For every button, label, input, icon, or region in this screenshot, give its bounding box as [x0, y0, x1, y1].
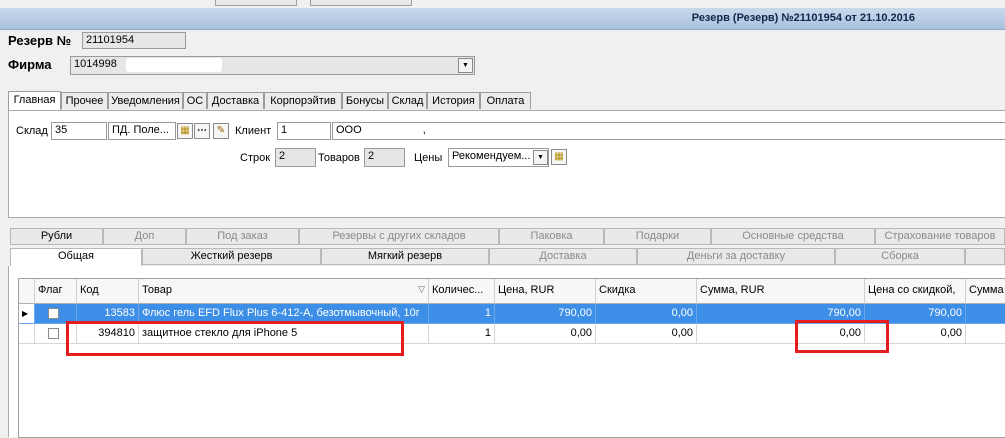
rows-label: Строк — [240, 152, 271, 164]
tab-payment[interactable]: Оплата — [480, 92, 531, 109]
tab-notifications[interactable]: Уведомления — [108, 92, 183, 109]
firm-code: 1014998 — [74, 58, 117, 70]
tab-os[interactable]: ОС — [183, 92, 207, 109]
tabs-row-2: Общая Жесткий резерв Мягкий резерв Доста… — [0, 248, 1005, 268]
tab-assembly[interactable]: Сборка — [835, 248, 965, 265]
sort-icon[interactable]: ▽ — [418, 284, 425, 295]
tab-fixed-assets[interactable]: Основные средства — [711, 228, 875, 245]
col-price-discount[interactable]: Цена со скидкой, — [865, 279, 966, 304]
toolbar-button-left[interactable] — [215, 0, 297, 6]
discount-cell: 0,00 — [596, 304, 697, 324]
tab-general[interactable]: Общая — [10, 248, 142, 268]
client-name-field[interactable]: ООО , — [332, 122, 1005, 140]
items-grid[interactable]: Флаг Код Товар ▽ Количес... Цена, RUR Ск… — [18, 278, 1005, 438]
tab-packing[interactable]: Паковка — [499, 228, 604, 245]
tab-bonuses[interactable]: Бонусы — [342, 92, 388, 109]
reserve-label: Резерв № — [8, 33, 72, 48]
tab-hard-reserve[interactable]: Жесткий резерв — [142, 248, 321, 265]
firm-dropdown-arrow-icon[interactable]: ▼ — [458, 58, 473, 73]
redacted-client-name — [362, 124, 420, 137]
tab-gifts[interactable]: Подарки — [604, 228, 711, 245]
reserve-number-field[interactable]: 21101954 — [82, 32, 186, 49]
title-bar: Резерв (Резерв) №21101954 от 21.10.2016 — [0, 8, 1005, 30]
tab-delivery-money[interactable]: Деньги за доставку — [637, 248, 835, 265]
client-code-field[interactable]: 1 — [277, 122, 331, 140]
row-pointer-icon: ▶ — [19, 304, 35, 324]
warehouse-code-field[interactable]: 35 — [51, 122, 107, 140]
redacted-firm-name — [126, 58, 222, 72]
highlight-box-product — [66, 321, 404, 356]
prices-label: Цены — [414, 152, 443, 164]
col-code[interactable]: Код — [77, 279, 139, 304]
tab-rubles[interactable]: Рубли — [10, 228, 103, 245]
tab-extra[interactable]: Доп — [103, 228, 186, 245]
tab-soft-reserve[interactable]: Мягкий резерв — [321, 248, 489, 265]
sum-discount-cell — [966, 324, 1005, 344]
flag-checkbox[interactable] — [48, 308, 59, 319]
client-label: Клиент — [235, 125, 272, 137]
warehouse-label: Склад — [16, 125, 48, 137]
tab-delivery[interactable]: Доставка — [207, 92, 264, 109]
sum-discount-cell — [966, 304, 1005, 324]
firm-label: Фирма — [8, 57, 52, 72]
col-sum-discount[interactable]: Сумма с — [966, 279, 1005, 304]
tab-other-warehouses[interactable]: Резервы с других складов — [299, 228, 499, 245]
discount-cell: 0,00 — [596, 324, 697, 344]
price-cell: 0,00 — [495, 324, 596, 344]
col-product-label: Товар — [142, 284, 172, 296]
col-flag[interactable]: Флаг — [35, 279, 77, 304]
rows-value: 2 — [275, 148, 316, 167]
highlight-box-sum — [795, 320, 889, 353]
client-name-suffix: , — [422, 124, 426, 136]
row-header-col — [19, 279, 35, 304]
tab-other[interactable]: Прочее — [61, 92, 108, 109]
tab-history[interactable]: История — [427, 92, 480, 109]
window-title: Резерв (Резерв) №21101954 от 21.10.2016 — [691, 12, 915, 24]
goods-value: 2 — [364, 148, 405, 167]
quantity-cell: 1 — [429, 324, 495, 344]
tab-to-order[interactable]: Под заказ — [186, 228, 299, 245]
col-product[interactable]: Товар ▽ — [139, 279, 429, 304]
toolbar-button-right[interactable] — [310, 0, 412, 6]
goods-label: Товаров — [318, 152, 360, 164]
price-cell: 790,00 — [495, 304, 596, 324]
tab-delivery-2[interactable]: Доставка — [489, 248, 637, 265]
row-header-cell — [19, 324, 35, 344]
prices-calendar-icon[interactable]: ▦ — [551, 149, 567, 165]
tabs-row-1: Рубли Доп Под заказ Резервы с других скл… — [0, 228, 1005, 245]
prices-value: Рекомендуем... — [452, 150, 531, 162]
tab-main[interactable]: Главная — [8, 91, 61, 110]
tab-warehouse[interactable]: Склад — [388, 92, 427, 109]
col-quantity[interactable]: Количес... — [429, 279, 495, 304]
warehouse-name-field[interactable]: ПД. Поле... — [108, 122, 176, 140]
col-discount[interactable]: Скидка — [596, 279, 697, 304]
tab-corporate[interactable]: Корпорэйтив — [264, 92, 342, 109]
col-sum[interactable]: Сумма, RUR — [697, 279, 865, 304]
flag-checkbox[interactable] — [48, 328, 59, 339]
col-price[interactable]: Цена, RUR — [495, 279, 596, 304]
tab-insurance[interactable]: Страхование товаров — [875, 228, 1005, 245]
ellipsis-icon[interactable]: ⋯ — [194, 123, 210, 139]
tab-more[interactable] — [965, 248, 1005, 265]
client-name: ООО — [336, 124, 362, 136]
calendar-icon[interactable]: ▦ — [177, 123, 193, 139]
quantity-cell: 1 — [429, 304, 495, 324]
edit-icon[interactable]: ✎ — [213, 123, 229, 139]
prices-dropdown-arrow-icon[interactable]: ▼ — [533, 150, 548, 165]
